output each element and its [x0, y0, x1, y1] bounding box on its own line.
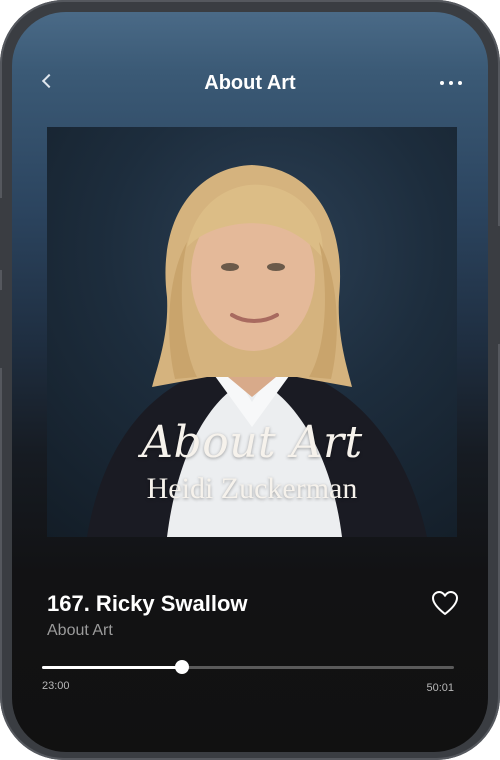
total-time: 50:01: [426, 682, 454, 694]
favorite-button[interactable]: [430, 588, 460, 618]
power-button: [493, 226, 500, 344]
back-button[interactable]: [36, 68, 66, 98]
elapsed-time: 23:00: [42, 680, 70, 692]
page-title: About Art: [204, 72, 296, 94]
chevron-left-icon: [41, 73, 57, 89]
episode-show-name: About Art: [47, 622, 113, 639]
more-button[interactable]: [438, 74, 464, 92]
cover-show-title: About Art: [141, 417, 363, 468]
heart-outline-icon: [432, 591, 458, 615]
progress-fill: [42, 666, 183, 669]
volume-down-button: [0, 290, 7, 368]
podcast-cover-art: About Art Heidi Zuckerman: [47, 127, 457, 537]
volume-up-button: [0, 198, 7, 270]
episode-title: 167. Ricky Swallow: [47, 591, 248, 616]
progress-thumb[interactable]: [175, 660, 190, 674]
cover-host-name: Heidi Zuckerman: [146, 472, 358, 505]
nav-bar: About Art: [12, 68, 488, 112]
screen: About Art About Art Heidi Zuckerman 167.…: [12, 12, 488, 752]
playback-progress-slider[interactable]: [42, 658, 454, 678]
